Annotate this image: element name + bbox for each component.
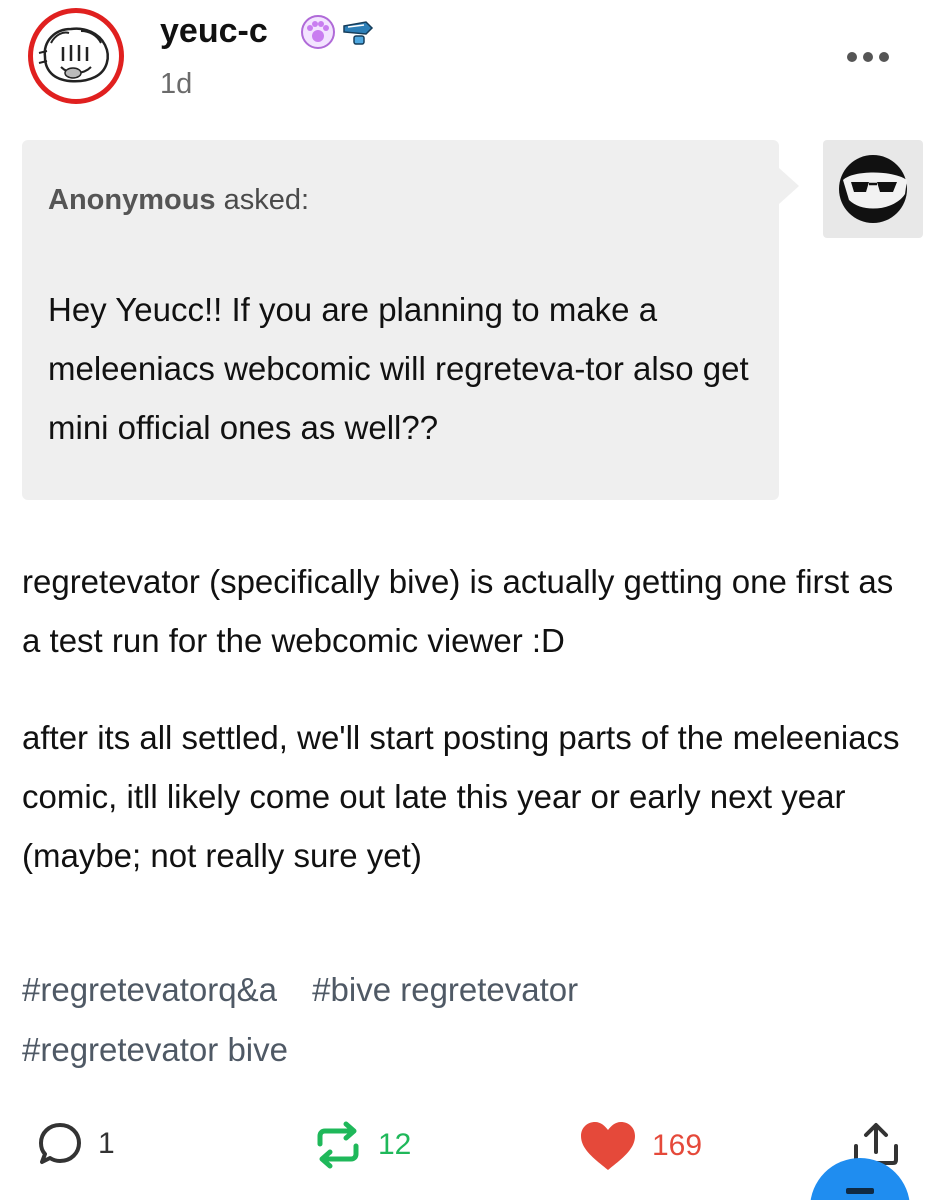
paw-badge-icon[interactable] xyxy=(300,14,336,50)
tag-link[interactable]: #bive regretevator xyxy=(312,960,578,1020)
fish-badge-icon[interactable] xyxy=(340,14,376,50)
tag-list: #regretevatorq&a #bive regretevator #reg… xyxy=(22,960,907,1080)
post-timestamp: 1d xyxy=(160,68,193,100)
ask-bubble-tail xyxy=(779,168,799,204)
speech-bubble-icon xyxy=(39,1123,81,1164)
username[interactable]: yeuc-c xyxy=(160,12,268,51)
heart-icon xyxy=(581,1122,635,1170)
ask-bubble: Anonymous asked: Hey Yeucc!! If you are … xyxy=(22,140,779,500)
asker-line: Anonymous asked: xyxy=(48,184,309,217)
like-button[interactable]: 169 xyxy=(578,1120,702,1172)
user-avatar[interactable] xyxy=(28,8,124,104)
reblog-button[interactable]: 12 xyxy=(312,1120,411,1170)
reblog-count: 12 xyxy=(378,1128,412,1161)
reply-button[interactable]: 1 xyxy=(36,1120,115,1168)
asker-name[interactable]: Anonymous xyxy=(48,184,216,216)
more-options-button[interactable] xyxy=(840,42,896,72)
tag-link[interactable]: #regretevator bive xyxy=(22,1020,288,1080)
answer-paragraph: after its all settled, we'll start posti… xyxy=(22,719,900,874)
sunglasses-face-icon xyxy=(839,155,907,223)
compose-icon xyxy=(846,1188,874,1194)
asked-label: asked: xyxy=(223,184,310,216)
post-header: yeuc-c 1d xyxy=(0,0,925,120)
reblog-icon xyxy=(317,1121,359,1169)
more-options-icon xyxy=(847,52,889,62)
answer-paragraph: regretevator (specifically bive) is actu… xyxy=(22,563,894,659)
reply-count: 1 xyxy=(98,1127,115,1160)
doodle-avatar-icon xyxy=(38,27,109,83)
like-count: 169 xyxy=(652,1129,703,1162)
anonymous-avatar xyxy=(823,140,923,238)
ask-question: Hey Yeucc!! If you are planning to make … xyxy=(48,291,749,446)
post-actions: 1 12 169 xyxy=(0,1108,925,1200)
tag-link[interactable]: #regretevatorq&a xyxy=(22,960,277,1020)
